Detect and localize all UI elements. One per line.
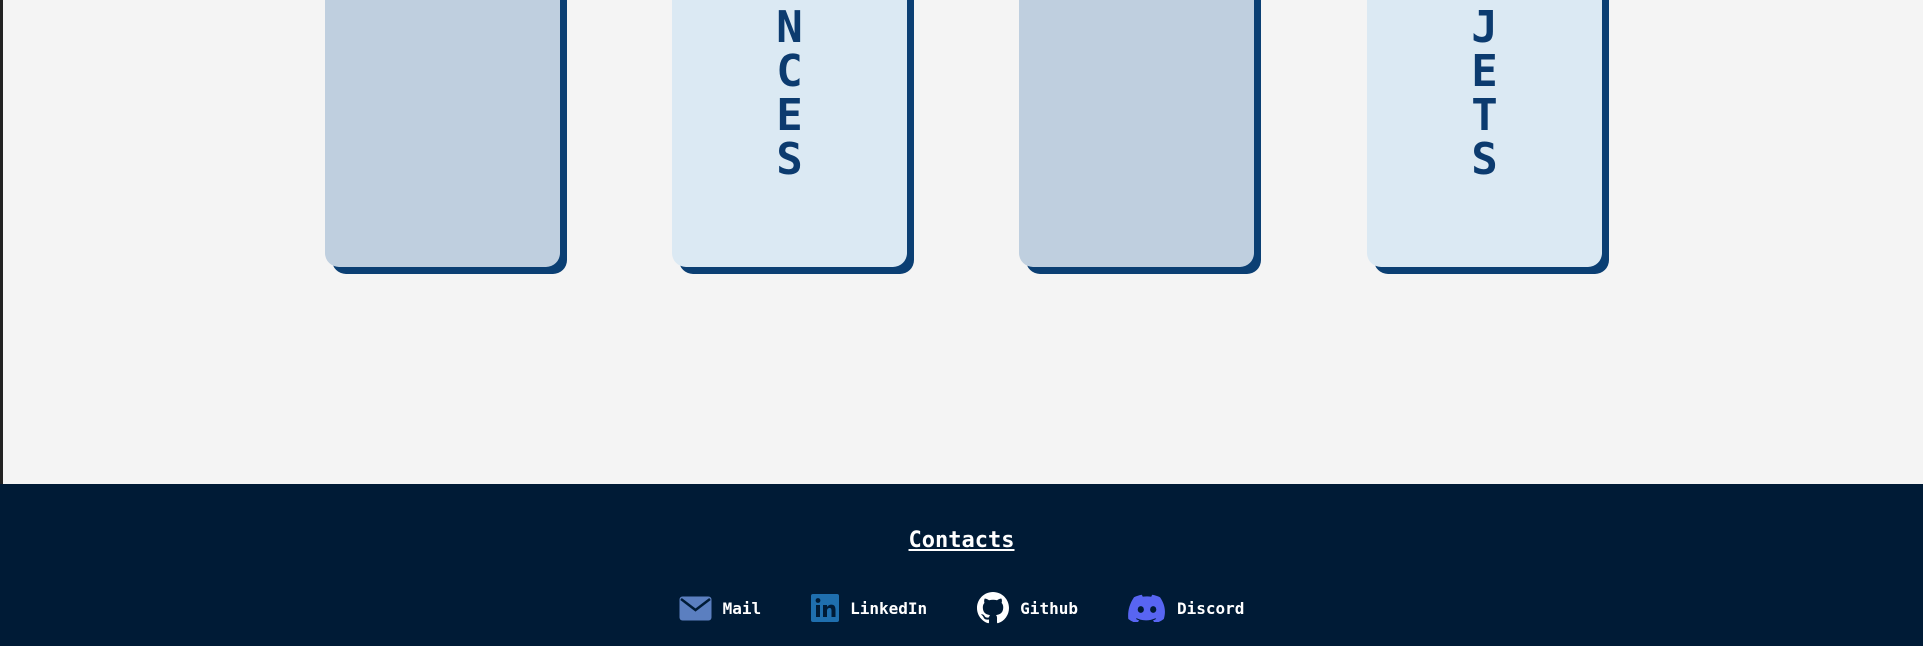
card-projects[interactable]: J E T S	[1367, 0, 1602, 267]
card-letter: S	[776, 134, 803, 185]
card-experiences-vertical-text: N C E S	[776, 6, 803, 267]
card-projects-vertical-text: J E T S	[1471, 6, 1498, 267]
discord-icon	[1128, 594, 1166, 622]
card-letter: T	[1471, 90, 1498, 141]
github-icon	[977, 592, 1010, 624]
contacts-title: Contacts	[908, 528, 1015, 553]
mail-label: Mail	[722, 598, 762, 618]
github-link[interactable]: Github	[977, 592, 1078, 624]
linkedin-link[interactable]: LinkedIn	[811, 594, 927, 622]
card-letter: E	[1471, 46, 1498, 97]
cards-section: N C E S J E T S	[0, 0, 1923, 484]
card-letter: C	[776, 46, 803, 97]
linkedin-label: LinkedIn	[850, 598, 928, 618]
card-letter: N	[776, 2, 803, 53]
contact-links: Mail LinkedIn Github Discord	[0, 592, 1923, 624]
card-3[interactable]	[1019, 0, 1254, 267]
linkedin-icon	[811, 594, 840, 622]
discord-label: Discord	[1176, 598, 1245, 618]
github-label: Github	[1020, 598, 1078, 618]
discord-link[interactable]: Discord	[1128, 594, 1244, 622]
mail-link[interactable]: Mail	[679, 596, 762, 621]
mail-icon	[679, 596, 712, 621]
card-letter: J	[1471, 2, 1498, 53]
card-experiences[interactable]: N C E S	[672, 0, 907, 267]
card-letter: E	[776, 90, 803, 141]
footer: Contacts Mail LinkedIn Github Discord	[0, 484, 1923, 646]
card-letter: S	[1471, 134, 1498, 185]
card-1[interactable]	[325, 0, 560, 267]
